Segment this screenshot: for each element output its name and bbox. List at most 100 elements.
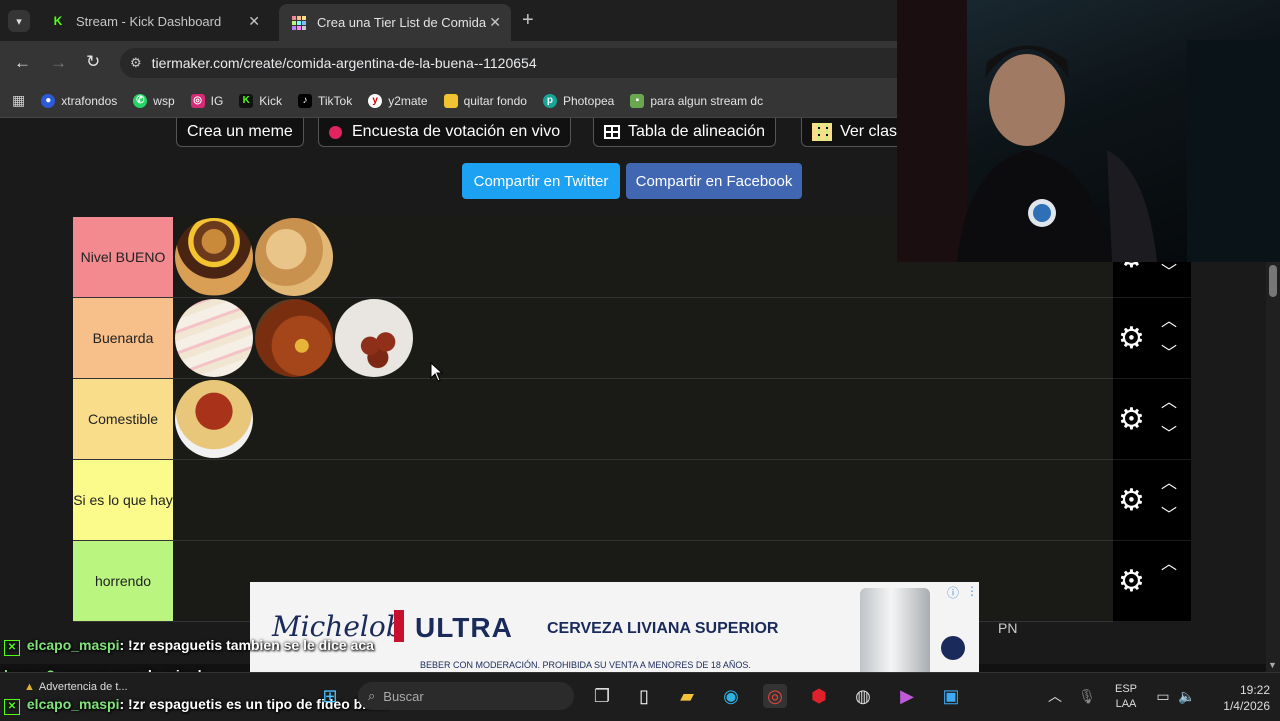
network-icon[interactable]: ▭ — [1151, 684, 1175, 708]
bookmark-kick[interactable]: K Kick — [239, 93, 282, 108]
new-tab-button[interactable]: + — [522, 9, 534, 32]
chevron-up-icon[interactable]: ︿ — [1043, 684, 1067, 708]
bookmark-tiktok[interactable]: ♪ TikTok — [297, 93, 352, 108]
chevron-down-icon[interactable]: ﹀ — [1161, 508, 1177, 524]
search-icon: ⌕ — [368, 688, 376, 703]
kick-icon: K — [239, 93, 254, 108]
bookmark-stream-dc[interactable]: ▪ para algun stream dc — [630, 93, 763, 108]
warning-icon: ▲ — [24, 681, 35, 693]
image-icon: ▪ — [630, 93, 645, 108]
bookmark-quitar-fondo[interactable]: quitar fondo — [443, 93, 527, 108]
y2mate-icon: y — [368, 93, 383, 108]
chevron-up-icon[interactable]: ︿ — [1161, 557, 1177, 573]
language-indicator[interactable]: ESP LAA — [1110, 682, 1142, 712]
scrollbar-thumb[interactable] — [1269, 265, 1277, 297]
whatsapp-icon: ✆ — [133, 93, 148, 108]
photos-icon[interactable]: ▣ — [939, 684, 963, 708]
url-text: tiermaker.com/create/comida-argentina-de… — [151, 55, 537, 71]
tiktok-icon: ♪ — [297, 93, 312, 108]
ad-side-text: PN — [998, 620, 1018, 636]
kick-icon: ✕ — [4, 699, 20, 715]
taskbar-search-box[interactable]: ⌕ Buscar — [358, 682, 574, 710]
tier-label[interactable]: Buenarda — [73, 298, 173, 378]
ad-banner[interactable]: Michelob ULTRA CERVEZA LIVIANA SUPERIOR … — [250, 582, 979, 672]
create-meme-button[interactable]: Crea un meme — [176, 118, 304, 147]
gear-icon[interactable]: ⚙ — [1118, 324, 1145, 354]
folder-icon — [443, 93, 458, 108]
tier-row-si-es-lo-que-hay: Si es lo que hay — [73, 460, 1113, 541]
tab-search-button[interactable]: ▾ — [8, 10, 30, 32]
empanadas-item[interactable] — [255, 218, 333, 296]
chevron-down-icon[interactable]: ﹀ — [1161, 427, 1177, 443]
ad-brand-ultra: ULTRA — [415, 612, 513, 643]
bookmark-xtrafondos[interactable]: ● xtrafondos — [41, 93, 117, 108]
tier-label[interactable]: Si es lo que hay — [73, 460, 173, 540]
spaghetti-item[interactable] — [175, 380, 253, 458]
back-arrow-icon[interactable]: ← — [14, 53, 31, 73]
tier-label[interactable]: Comestible — [73, 379, 173, 459]
site-info-icon[interactable]: ⚙ — [130, 55, 142, 71]
ad-info-icon[interactable]: ⓘ — [947, 584, 959, 601]
ad-tagline: CERVEZA LIVIANA SUPERIOR — [547, 620, 779, 637]
tab-tiermaker[interactable]: Crea una Tier List de Comida Ar ✕ — [279, 4, 511, 41]
app-red-icon[interactable]: ⬢ — [807, 684, 831, 708]
windows-start-icon[interactable]: ⊞ — [318, 684, 342, 708]
photopea-icon: p — [542, 93, 557, 108]
close-icon[interactable]: ✕ — [489, 14, 501, 31]
chrome-icon[interactable]: ◎ — [763, 684, 787, 708]
gear-icon[interactable]: ⚙ — [1118, 567, 1145, 597]
reload-icon[interactable]: ↻ — [86, 52, 100, 72]
ad-red-bar — [394, 610, 404, 642]
ad-menu-icon[interactable]: ⋮ — [966, 584, 978, 598]
share-twitter-button[interactable]: Compartir en Twitter — [462, 163, 620, 199]
tier-label[interactable]: horrendo — [73, 541, 173, 621]
bookmark-wsp[interactable]: ✆ wsp — [133, 93, 175, 108]
bookmark-y2mate[interactable]: y y2mate — [368, 93, 428, 108]
microphone-icon[interactable]: 🎙 — [1075, 684, 1099, 708]
alignment-chart-button[interactable]: Tabla de alineación — [593, 118, 776, 147]
gear-icon[interactable]: ⚙ — [1118, 405, 1145, 435]
tier-controls-si-es-lo-que-hay: ⚙ ︿ ﹀ — [1113, 460, 1191, 540]
chevron-up-icon[interactable]: ︿ — [1161, 314, 1177, 330]
tier-label[interactable]: Nivel BUENO — [73, 217, 173, 297]
streamer-silhouette — [897, 0, 1280, 262]
tiermaker-icon — [291, 15, 307, 31]
task-view-icon[interactable]: ❐ — [590, 684, 614, 708]
media-player-icon[interactable]: ▶ — [895, 684, 919, 708]
kick-icon: ✕ — [4, 640, 20, 656]
stew-item[interactable] — [255, 299, 333, 377]
tier-controls-comestible: ⚙ ︿ ﹀ — [1113, 379, 1191, 459]
edge-icon[interactable]: ◉ — [719, 684, 743, 708]
gear-icon[interactable]: ⚙ — [1118, 486, 1145, 516]
sandwich-item[interactable] — [175, 299, 253, 377]
bookmark-ig[interactable]: ◎ IG — [190, 93, 223, 108]
tab-title: Crea una Tier List de Comida Ar — [317, 15, 487, 30]
chevron-up-icon[interactable]: ︿ — [1161, 476, 1177, 492]
taskbar-notification[interactable]: ▲ Advertencia de t... — [24, 681, 128, 693]
live-poll-button[interactable]: Encuesta de votación en vivo — [318, 118, 572, 147]
bookmark-photopea[interactable]: p Photopea — [542, 93, 614, 108]
chevron-down-icon[interactable]: ﹀ — [1161, 265, 1177, 281]
notepad-icon[interactable]: ▯ — [632, 684, 656, 708]
chevron-up-icon[interactable]: ︿ — [1161, 395, 1177, 411]
chevron-down-icon[interactable]: ﹀ — [1161, 346, 1177, 362]
file-explorer-icon[interactable]: ▰ — [675, 684, 699, 708]
view-rankings-button[interactable]: Ver clas — [801, 118, 908, 147]
close-icon[interactable]: ✕ — [248, 13, 260, 30]
forward-arrow-icon[interactable]: → — [50, 53, 67, 73]
beer-can-image — [860, 588, 930, 672]
webcam-overlay — [897, 0, 1280, 262]
volume-icon[interactable]: 🔈 — [1175, 684, 1199, 708]
apps-grid-icon[interactable]: ▦ — [12, 92, 25, 109]
color-grid-icon — [812, 123, 833, 141]
obs-icon[interactable]: ◍ — [851, 684, 875, 708]
meatballs-item[interactable] — [335, 299, 413, 377]
page-scrollbar[interactable] — [1266, 262, 1280, 672]
chat-text: : !zr espaguetis es un tipo de fideo bri… — [119, 696, 388, 712]
clock[interactable]: 19:22 1/4/2026 — [1200, 682, 1270, 714]
scroll-down-arrow-icon[interactable]: ▼ — [1268, 660, 1277, 670]
tier-controls-buenarda: ⚙ ︿ ﹀ — [1113, 298, 1191, 378]
tab-kick-dashboard[interactable]: K Stream - Kick Dashboard ✕ — [38, 6, 270, 36]
burger-item[interactable] — [175, 218, 253, 296]
share-facebook-button[interactable]: Compartir en Facebook — [626, 163, 802, 199]
